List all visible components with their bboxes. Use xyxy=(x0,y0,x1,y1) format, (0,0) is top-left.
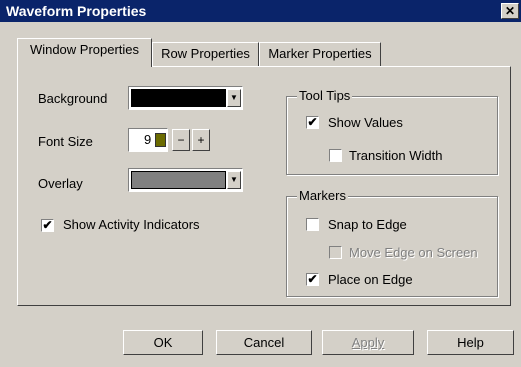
font-size-value: 9 xyxy=(144,132,152,147)
apply-button-label: Apply xyxy=(351,335,385,350)
help-button[interactable]: Help xyxy=(427,330,514,355)
plus-icon: + xyxy=(197,133,205,147)
check-icon: ✔ xyxy=(307,272,318,286)
dropdown-arrow-icon[interactable]: ▼ xyxy=(227,171,241,189)
snap-to-edge-label[interactable]: Snap to Edge xyxy=(328,217,407,232)
check-icon: ✔ xyxy=(307,115,318,129)
background-swatch xyxy=(131,89,226,107)
transition-width-checkbox[interactable] xyxy=(329,149,342,162)
show-values-checkbox[interactable]: ✔ xyxy=(306,116,319,129)
help-button-label: Help xyxy=(457,335,484,350)
background-label: Background xyxy=(38,91,108,106)
decrease-font-button[interactable]: − xyxy=(172,129,190,151)
show-activity-label[interactable]: Show Activity Indicators xyxy=(63,217,200,232)
minus-icon: − xyxy=(177,133,185,147)
move-edge-label: Move Edge on Screen xyxy=(349,245,478,260)
check-icon: ✔ xyxy=(42,218,53,232)
tooltips-group xyxy=(286,96,498,175)
cancel-button[interactable]: Cancel xyxy=(216,330,312,355)
cancel-button-label: Cancel xyxy=(243,335,285,350)
overlay-color-picker[interactable]: ▼ xyxy=(128,168,243,192)
show-values-label[interactable]: Show Values xyxy=(328,115,403,130)
snap-to-edge-checkbox[interactable] xyxy=(306,218,319,231)
increase-font-button[interactable]: + xyxy=(192,129,210,151)
background-color-picker[interactable]: ▼ xyxy=(128,86,243,110)
tooltips-group-title: Tool Tips xyxy=(297,88,353,103)
overlay-label: Overlay xyxy=(38,176,83,191)
show-activity-checkbox[interactable]: ✔ xyxy=(41,219,54,232)
ok-button[interactable]: OK xyxy=(123,330,203,355)
place-on-edge-label[interactable]: Place on Edge xyxy=(328,272,413,287)
ok-button-label: OK xyxy=(153,335,173,350)
apply-button[interactable]: Apply xyxy=(322,330,414,355)
overlay-swatch xyxy=(131,171,226,189)
font-size-input[interactable]: 9 xyxy=(128,128,168,152)
calculator-icon[interactable] xyxy=(155,133,166,147)
markers-group-title: Markers xyxy=(297,188,348,203)
transition-width-label[interactable]: Transition Width xyxy=(349,148,442,163)
place-on-edge-checkbox[interactable]: ✔ xyxy=(306,273,319,286)
move-edge-checkbox xyxy=(329,246,342,259)
font-size-label: Font Size xyxy=(38,134,93,149)
dropdown-arrow-icon[interactable]: ▼ xyxy=(227,89,241,107)
